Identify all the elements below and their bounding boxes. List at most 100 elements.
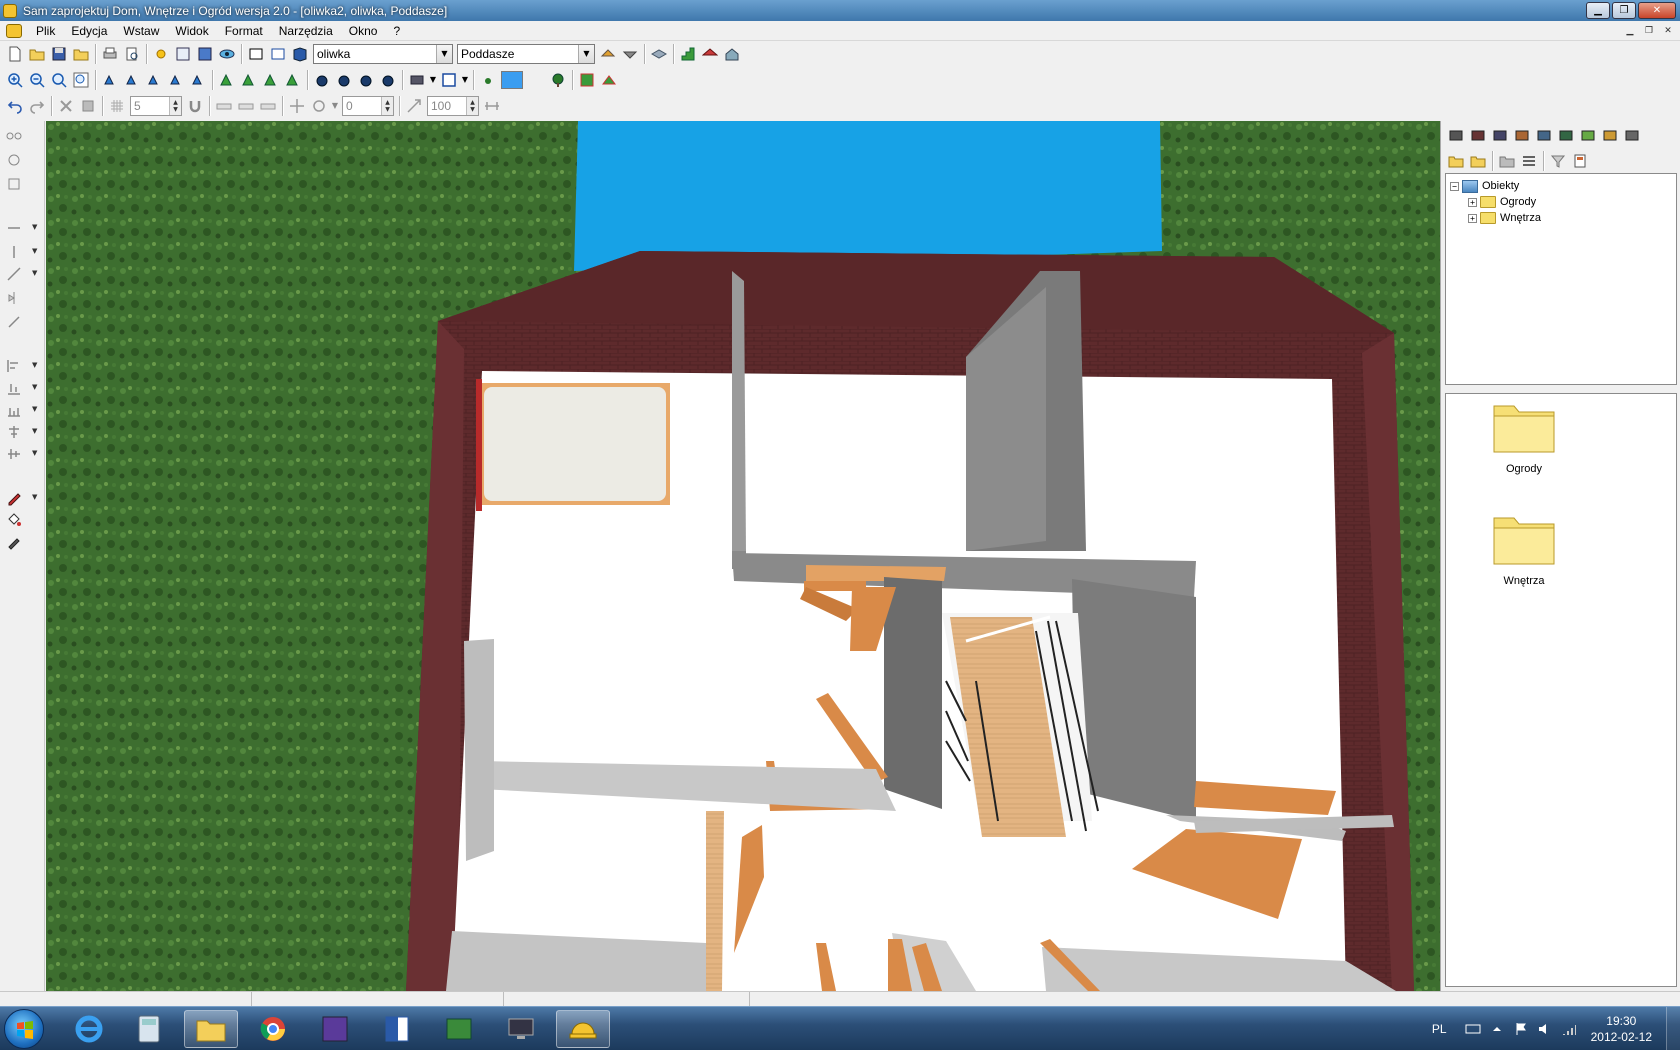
camera-3-button[interactable]: [355, 69, 377, 91]
grid-button[interactable]: [106, 95, 128, 117]
maximize-button[interactable]: ❐: [1612, 2, 1636, 19]
select-tool-button[interactable]: [6, 127, 28, 145]
bed-headboard[interactable]: [476, 379, 482, 511]
grid-step-stepper[interactable]: 5 ▲ ▼: [130, 95, 182, 116]
stairs-wizard-button[interactable]: [677, 43, 699, 65]
menu-plik[interactable]: Plik: [28, 22, 63, 40]
zoom-window-button[interactable]: [48, 69, 70, 91]
roof-wizard-button[interactable]: [699, 43, 721, 65]
tilt-down-button[interactable]: [165, 69, 187, 91]
file-item-ogrody[interactable]: Ogrody: [1484, 398, 1564, 475]
open-file-button[interactable]: [26, 43, 48, 65]
center-v-button[interactable]: ▼: [6, 445, 37, 463]
doc-restore-button[interactable]: ❐: [1641, 24, 1657, 38]
new-folder-button[interactable]: [1445, 150, 1467, 172]
expand-icon[interactable]: +: [1468, 213, 1477, 223]
tree-item-root[interactable]: − Obiekty: [1450, 178, 1676, 194]
eyedropper-button[interactable]: [6, 533, 28, 551]
category-9-button[interactable]: [1621, 124, 1643, 146]
menu-format[interactable]: Format: [217, 22, 271, 40]
list-view-button[interactable]: [1518, 150, 1540, 172]
catalog-button[interactable]: [289, 43, 311, 65]
terrain-button[interactable]: [576, 69, 598, 91]
taskbar-monitor-app-button[interactable]: [494, 1010, 548, 1048]
camera-1-button[interactable]: [311, 69, 333, 91]
redo-button[interactable]: [26, 95, 48, 117]
tree-tool-button[interactable]: [477, 69, 499, 91]
save-button[interactable]: [48, 43, 70, 65]
doc-close-button[interactable]: ✕: [1660, 24, 1676, 38]
print-button[interactable]: [99, 43, 121, 65]
taskbar-chrome-button[interactable]: [246, 1010, 300, 1048]
undo-button[interactable]: [4, 95, 26, 117]
project-combo[interactable]: oliwka ▼: [313, 43, 453, 64]
rotate-right-button[interactable]: [121, 69, 143, 91]
align-left-button[interactable]: ▼: [6, 357, 37, 375]
walk-left-button[interactable]: [260, 69, 282, 91]
zoom-in-button[interactable]: [4, 69, 26, 91]
file-item-wnetrza[interactable]: Wnętrza: [1484, 510, 1564, 587]
magnet-button[interactable]: [184, 95, 206, 117]
menu-okno[interactable]: Okno: [341, 22, 386, 40]
filter-button[interactable]: [1547, 150, 1569, 172]
window-tile-button[interactable]: [245, 43, 267, 65]
render-mode-button[interactable]: [406, 69, 428, 91]
volume-icon[interactable]: [1537, 1021, 1553, 1037]
walk-forward-button[interactable]: [216, 69, 238, 91]
ungroup-tool-button[interactable]: [6, 175, 28, 193]
tilt-up-button[interactable]: [143, 69, 165, 91]
start-button[interactable]: [4, 1009, 44, 1049]
terrain-level-button[interactable]: [598, 69, 620, 91]
mirror-y-button[interactable]: ▼: [6, 243, 37, 261]
menu-edycja[interactable]: Edycja: [63, 22, 115, 40]
flip-button[interactable]: [6, 289, 28, 307]
camera-4-button[interactable]: [377, 69, 399, 91]
stretch-button[interactable]: [481, 95, 503, 117]
taskbar-calculator-button[interactable]: [122, 1010, 176, 1048]
mirror-x-button[interactable]: ▼: [6, 219, 37, 237]
3d-view-button[interactable]: [216, 43, 238, 65]
bed-mattress[interactable]: [484, 387, 666, 501]
zoom-percent-stepper[interactable]: 100 ▲ ▼: [427, 95, 479, 116]
minimize-button[interactable]: ▁: [1586, 2, 1610, 19]
walk-back-button[interactable]: [238, 69, 260, 91]
paint-bucket-button[interactable]: [6, 511, 28, 529]
open-project-button[interactable]: [70, 43, 92, 65]
collapse-icon[interactable]: −: [1450, 181, 1459, 191]
level-combo[interactable]: Poddasze ▼: [457, 43, 595, 64]
object-tree[interactable]: − Obiekty + Ogrody + Wnętrza: [1445, 173, 1677, 385]
rotate-left-button[interactable]: [99, 69, 121, 91]
elevation-view-button[interactable]: [194, 43, 216, 65]
fill-color-swatch[interactable]: [501, 70, 523, 89]
document-icon[interactable]: [6, 23, 22, 38]
distribute-button[interactable]: ▼: [6, 401, 37, 419]
doc-minimize-button[interactable]: ▁: [1622, 24, 1638, 38]
house-wizard-button[interactable]: [721, 43, 743, 65]
properties-button[interactable]: [1569, 150, 1591, 172]
chevron-down-icon[interactable]: ▼: [330, 101, 340, 110]
walk-right-button[interactable]: [282, 69, 304, 91]
taskbar-cpuz-button[interactable]: [308, 1010, 362, 1048]
print-preview-button[interactable]: [121, 43, 143, 65]
menu-narzedzia[interactable]: Narzędzia: [271, 22, 341, 40]
zoom-all-button[interactable]: [70, 69, 92, 91]
taskbar-explorer-button[interactable]: [184, 1010, 238, 1048]
category-8-button[interactable]: [1599, 124, 1621, 146]
show-hidden-icons-icon[interactable]: [1489, 1021, 1505, 1037]
menu-wstaw[interactable]: Wstaw: [115, 22, 167, 40]
category-5-button[interactable]: [1533, 124, 1555, 146]
group-tool-button[interactable]: [6, 151, 28, 169]
clock[interactable]: 19:30 2012-02-12: [1591, 1013, 1652, 1045]
align-bottom-button[interactable]: ▼: [6, 379, 37, 397]
show-desktop-button[interactable]: [1666, 1007, 1680, 1050]
expand-icon[interactable]: +: [1468, 197, 1477, 207]
action-center-flag-icon[interactable]: [1513, 1021, 1529, 1037]
level-up-button[interactable]: [597, 43, 619, 65]
category-1-button[interactable]: [1445, 124, 1467, 146]
taskbar-network-app-button[interactable]: [432, 1010, 486, 1048]
chevron-down-icon[interactable]: ▼: [460, 75, 470, 84]
align-button[interactable]: [257, 95, 279, 117]
rotate-tool-button[interactable]: [6, 313, 28, 331]
scale-button[interactable]: [403, 95, 425, 117]
close-button[interactable]: ✕: [1638, 2, 1676, 19]
